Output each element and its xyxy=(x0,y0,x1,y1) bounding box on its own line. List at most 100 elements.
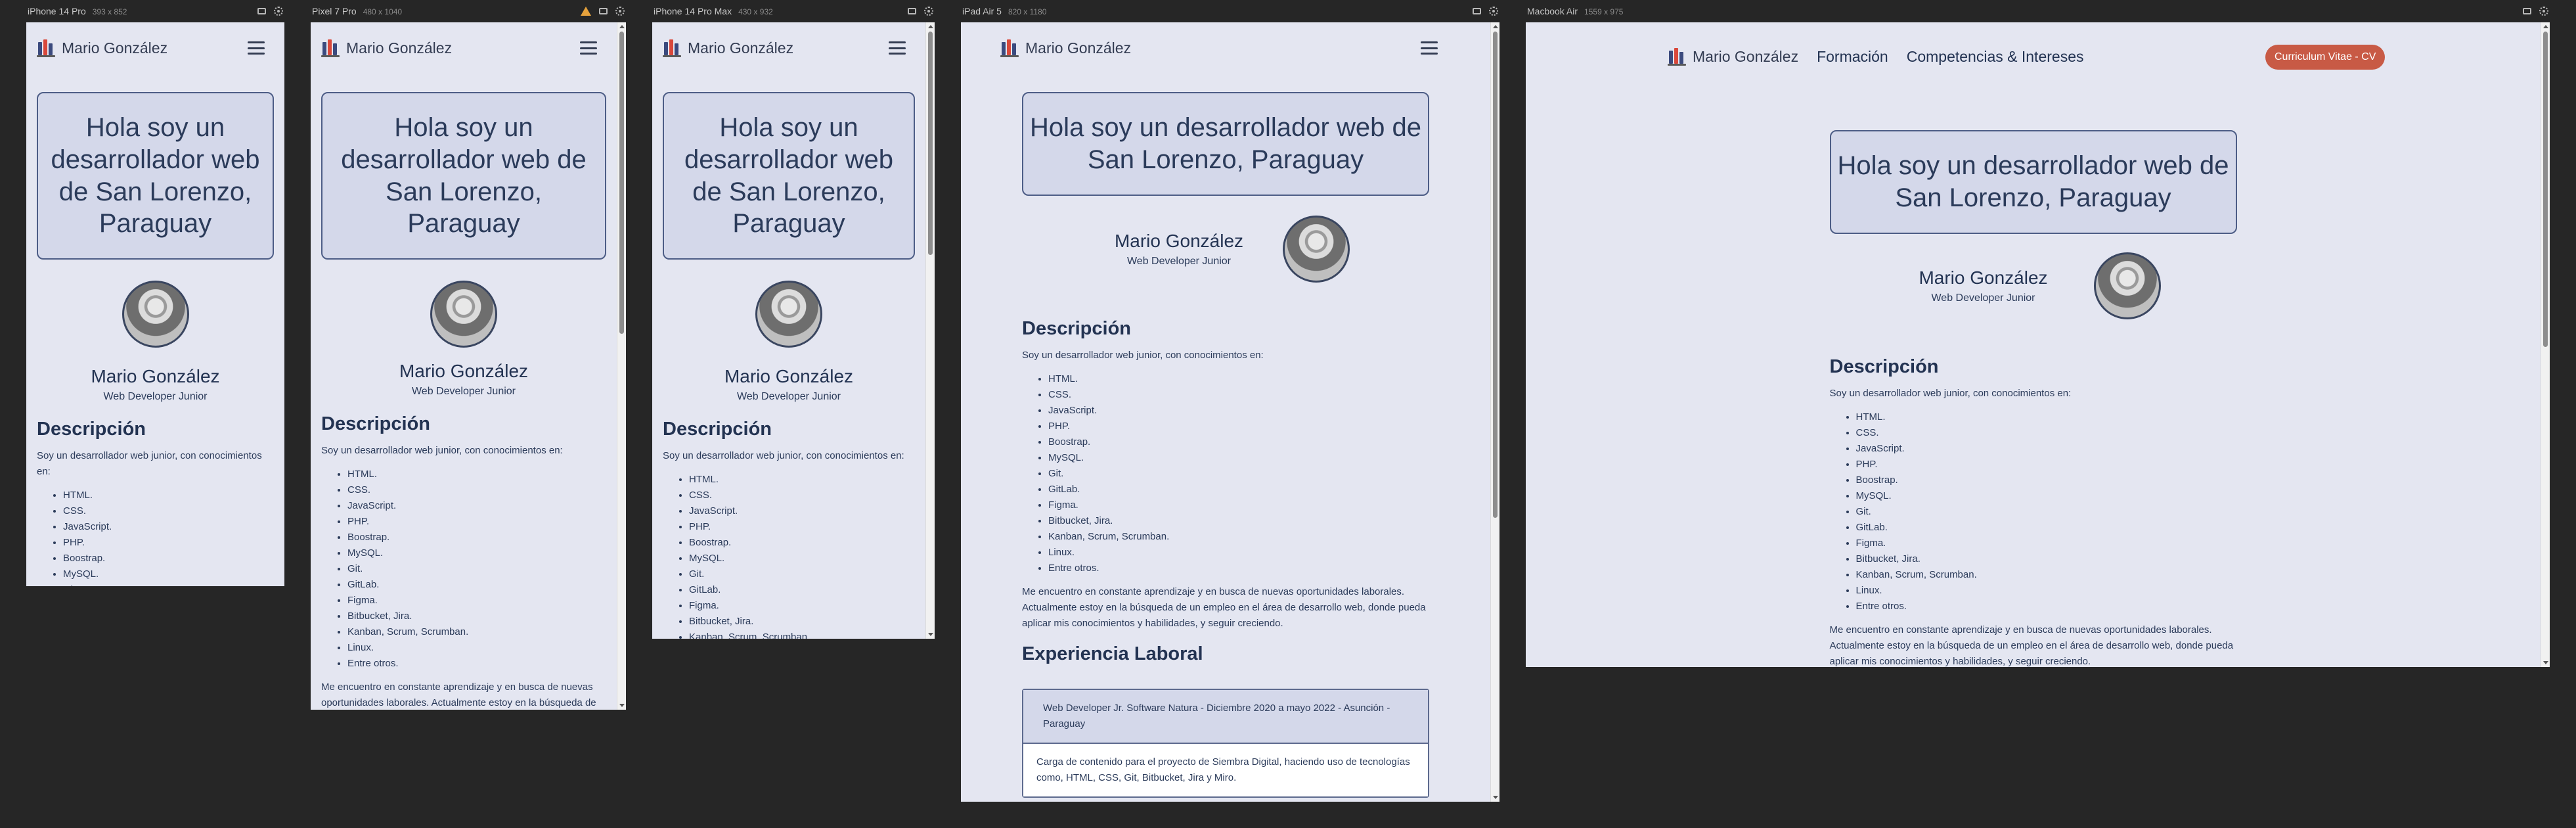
brand-link[interactable]: Mario González xyxy=(321,39,452,57)
hero-card: Hola soy un desarrollador web de San Lor… xyxy=(663,92,915,260)
description-outro: Me encuentro en constante aprendizaje y … xyxy=(1022,586,1426,629)
description-intro: Soy un desarrollador web junior, con con… xyxy=(37,450,262,478)
navbar: Mario González xyxy=(311,22,617,62)
brand-link[interactable]: Mario González xyxy=(663,39,793,57)
menu-icon[interactable] xyxy=(889,41,906,55)
device-size: 480 x 1040 xyxy=(363,7,403,16)
device-iphone-14-pro: iPhone 14 Pro 393 x 852 Mario González Ho… xyxy=(26,0,284,586)
avatar xyxy=(755,281,822,348)
gear-icon[interactable] xyxy=(615,7,625,16)
nav-competencias[interactable]: Competencias & Intereses xyxy=(1907,48,2084,66)
profile-role: Web Developer Junior xyxy=(411,386,516,398)
skill-item: JavaScript. xyxy=(347,498,606,514)
logo-icon xyxy=(321,39,340,57)
skill-item: Kanban, Scrum, Scrumban. xyxy=(689,630,915,639)
scrollbar[interactable] xyxy=(617,22,626,710)
logo-icon xyxy=(37,39,55,57)
skill-item: HTML. xyxy=(347,467,606,482)
skill-item: GitLab. xyxy=(689,582,915,598)
skill-item: Git. xyxy=(689,566,915,582)
description-outro: Me encuentro en constante aprendizaje y … xyxy=(321,681,596,709)
skill-item: Git. xyxy=(1048,466,1429,482)
device-size: 430 x 932 xyxy=(738,7,773,16)
skill-item: CSS. xyxy=(1856,425,2237,441)
brand-name: Mario González xyxy=(62,39,168,57)
skills-list: HTML.CSS.JavaScript.PHP.Boostrap.MySQL.G… xyxy=(37,488,274,586)
rotate-icon[interactable] xyxy=(1473,8,1481,14)
rotate-icon[interactable] xyxy=(257,8,266,14)
device-label: iPad Air 5 xyxy=(962,6,1002,16)
gear-icon[interactable] xyxy=(274,7,283,16)
skill-item: Bitbucket, Jira. xyxy=(347,609,606,624)
skills-list: HTML.CSS.JavaScript.PHP.Boostrap.MySQL.G… xyxy=(1830,409,2237,614)
description-intro: Soy un desarrollador web junior, con con… xyxy=(1022,349,1264,361)
description-heading: Descripción xyxy=(1829,356,1939,377)
device-label: iPhone 14 Pro Max xyxy=(654,6,732,16)
skill-item: MySQL. xyxy=(689,551,915,566)
warning-icon[interactable] xyxy=(581,7,591,16)
navbar: Mario González xyxy=(961,22,1490,62)
skill-item: JavaScript. xyxy=(1856,441,2237,457)
skills-list: HTML.CSS.JavaScript.PHP.Boostrap.MySQL.G… xyxy=(1022,371,1429,576)
scrollbar[interactable] xyxy=(1490,22,1499,802)
skill-item: Figma. xyxy=(689,598,915,614)
experience-body: Carga de contenido para el proyecto de S… xyxy=(1023,742,1428,796)
rotate-icon[interactable] xyxy=(908,8,916,14)
nav-formacion[interactable]: Formación xyxy=(1817,48,1888,66)
navbar: Mario González xyxy=(652,22,925,62)
hero-title: Hola soy un desarrollador web de San Lor… xyxy=(1030,113,1421,174)
gear-icon[interactable] xyxy=(1489,7,1498,16)
skill-item: Boostrap. xyxy=(347,530,606,545)
skill-item: CSS. xyxy=(1048,387,1429,403)
skill-item: Boostrap. xyxy=(1856,472,2237,488)
hero-title: Hola soy un desarrollador web de San Lor… xyxy=(341,113,587,239)
skill-item: Figma. xyxy=(1048,497,1429,513)
skill-item: Bitbucket, Jira. xyxy=(689,614,915,630)
skill-item: Linux. xyxy=(1856,583,2237,599)
gear-icon[interactable] xyxy=(2539,7,2548,16)
menu-icon[interactable] xyxy=(1421,41,1438,55)
skill-item: CSS. xyxy=(347,482,606,498)
rotate-icon[interactable] xyxy=(599,8,608,14)
profile-role: Web Developer Junior xyxy=(1931,292,2035,304)
description-outro: Me encuentro en constante aprendizaje y … xyxy=(1829,624,2234,667)
skill-item: Git. xyxy=(347,561,606,577)
brand-link[interactable]: Mario González xyxy=(1668,47,1798,66)
brand-name: Mario González xyxy=(346,39,453,57)
skill-item: Linux. xyxy=(347,640,606,656)
brand-link[interactable]: Mario González xyxy=(1000,39,1131,57)
menu-icon[interactable] xyxy=(580,41,597,55)
device-screen: Mario González Hola soy un desarrollador… xyxy=(961,22,1499,802)
skill-item: MySQL. xyxy=(347,545,606,561)
profile-name: Mario González xyxy=(724,366,854,387)
skill-item: HTML. xyxy=(1856,409,2237,425)
skill-item: HTML. xyxy=(63,488,274,503)
experience-header[interactable]: Web Developer Jr. Software Natura - Dici… xyxy=(1023,689,1428,743)
brand-name: Mario González xyxy=(1025,39,1132,57)
hero-title: Hola soy un desarrollador web de San Lor… xyxy=(1837,151,2229,212)
scrollbar[interactable] xyxy=(2541,22,2550,667)
device-toolbar: iPhone 14 Pro 393 x 852 xyxy=(26,0,284,22)
skill-item: MySQL. xyxy=(1856,488,2237,504)
rotate-icon[interactable] xyxy=(2523,8,2531,14)
skill-item: GitLab. xyxy=(1048,482,1429,497)
device-screen: Mario González Formación Competencias & … xyxy=(1526,22,2550,667)
skill-item: MySQL. xyxy=(63,566,274,582)
experience-card[interactable]: Web Developer Jr. Software Natura - Dici… xyxy=(1022,688,1429,798)
cv-button[interactable]: Curriculum Vitae - CV xyxy=(2265,45,2386,70)
logo-icon xyxy=(1000,39,1019,57)
skill-item: Boostrap. xyxy=(689,535,915,551)
scrollbar[interactable] xyxy=(925,22,935,639)
brand-name: Mario González xyxy=(688,39,794,57)
skill-item: HTML. xyxy=(689,472,915,488)
brand-link[interactable]: Mario González xyxy=(37,39,167,57)
device-toolbar: Pixel 7 Pro 480 x 1040 xyxy=(311,0,626,22)
skill-item: JavaScript. xyxy=(689,503,915,519)
avatar xyxy=(122,281,189,348)
gear-icon[interactable] xyxy=(924,7,933,16)
hero-card: Hola soy un desarrollador web de San Lor… xyxy=(1829,130,2237,234)
menu-icon[interactable] xyxy=(248,41,265,55)
device-toolbar: iPhone 14 Pro Max 430 x 932 xyxy=(652,0,935,22)
hero-title: Hola soy un desarrollador web de San Lor… xyxy=(51,113,260,239)
device-label: iPhone 14 Pro xyxy=(28,6,86,16)
